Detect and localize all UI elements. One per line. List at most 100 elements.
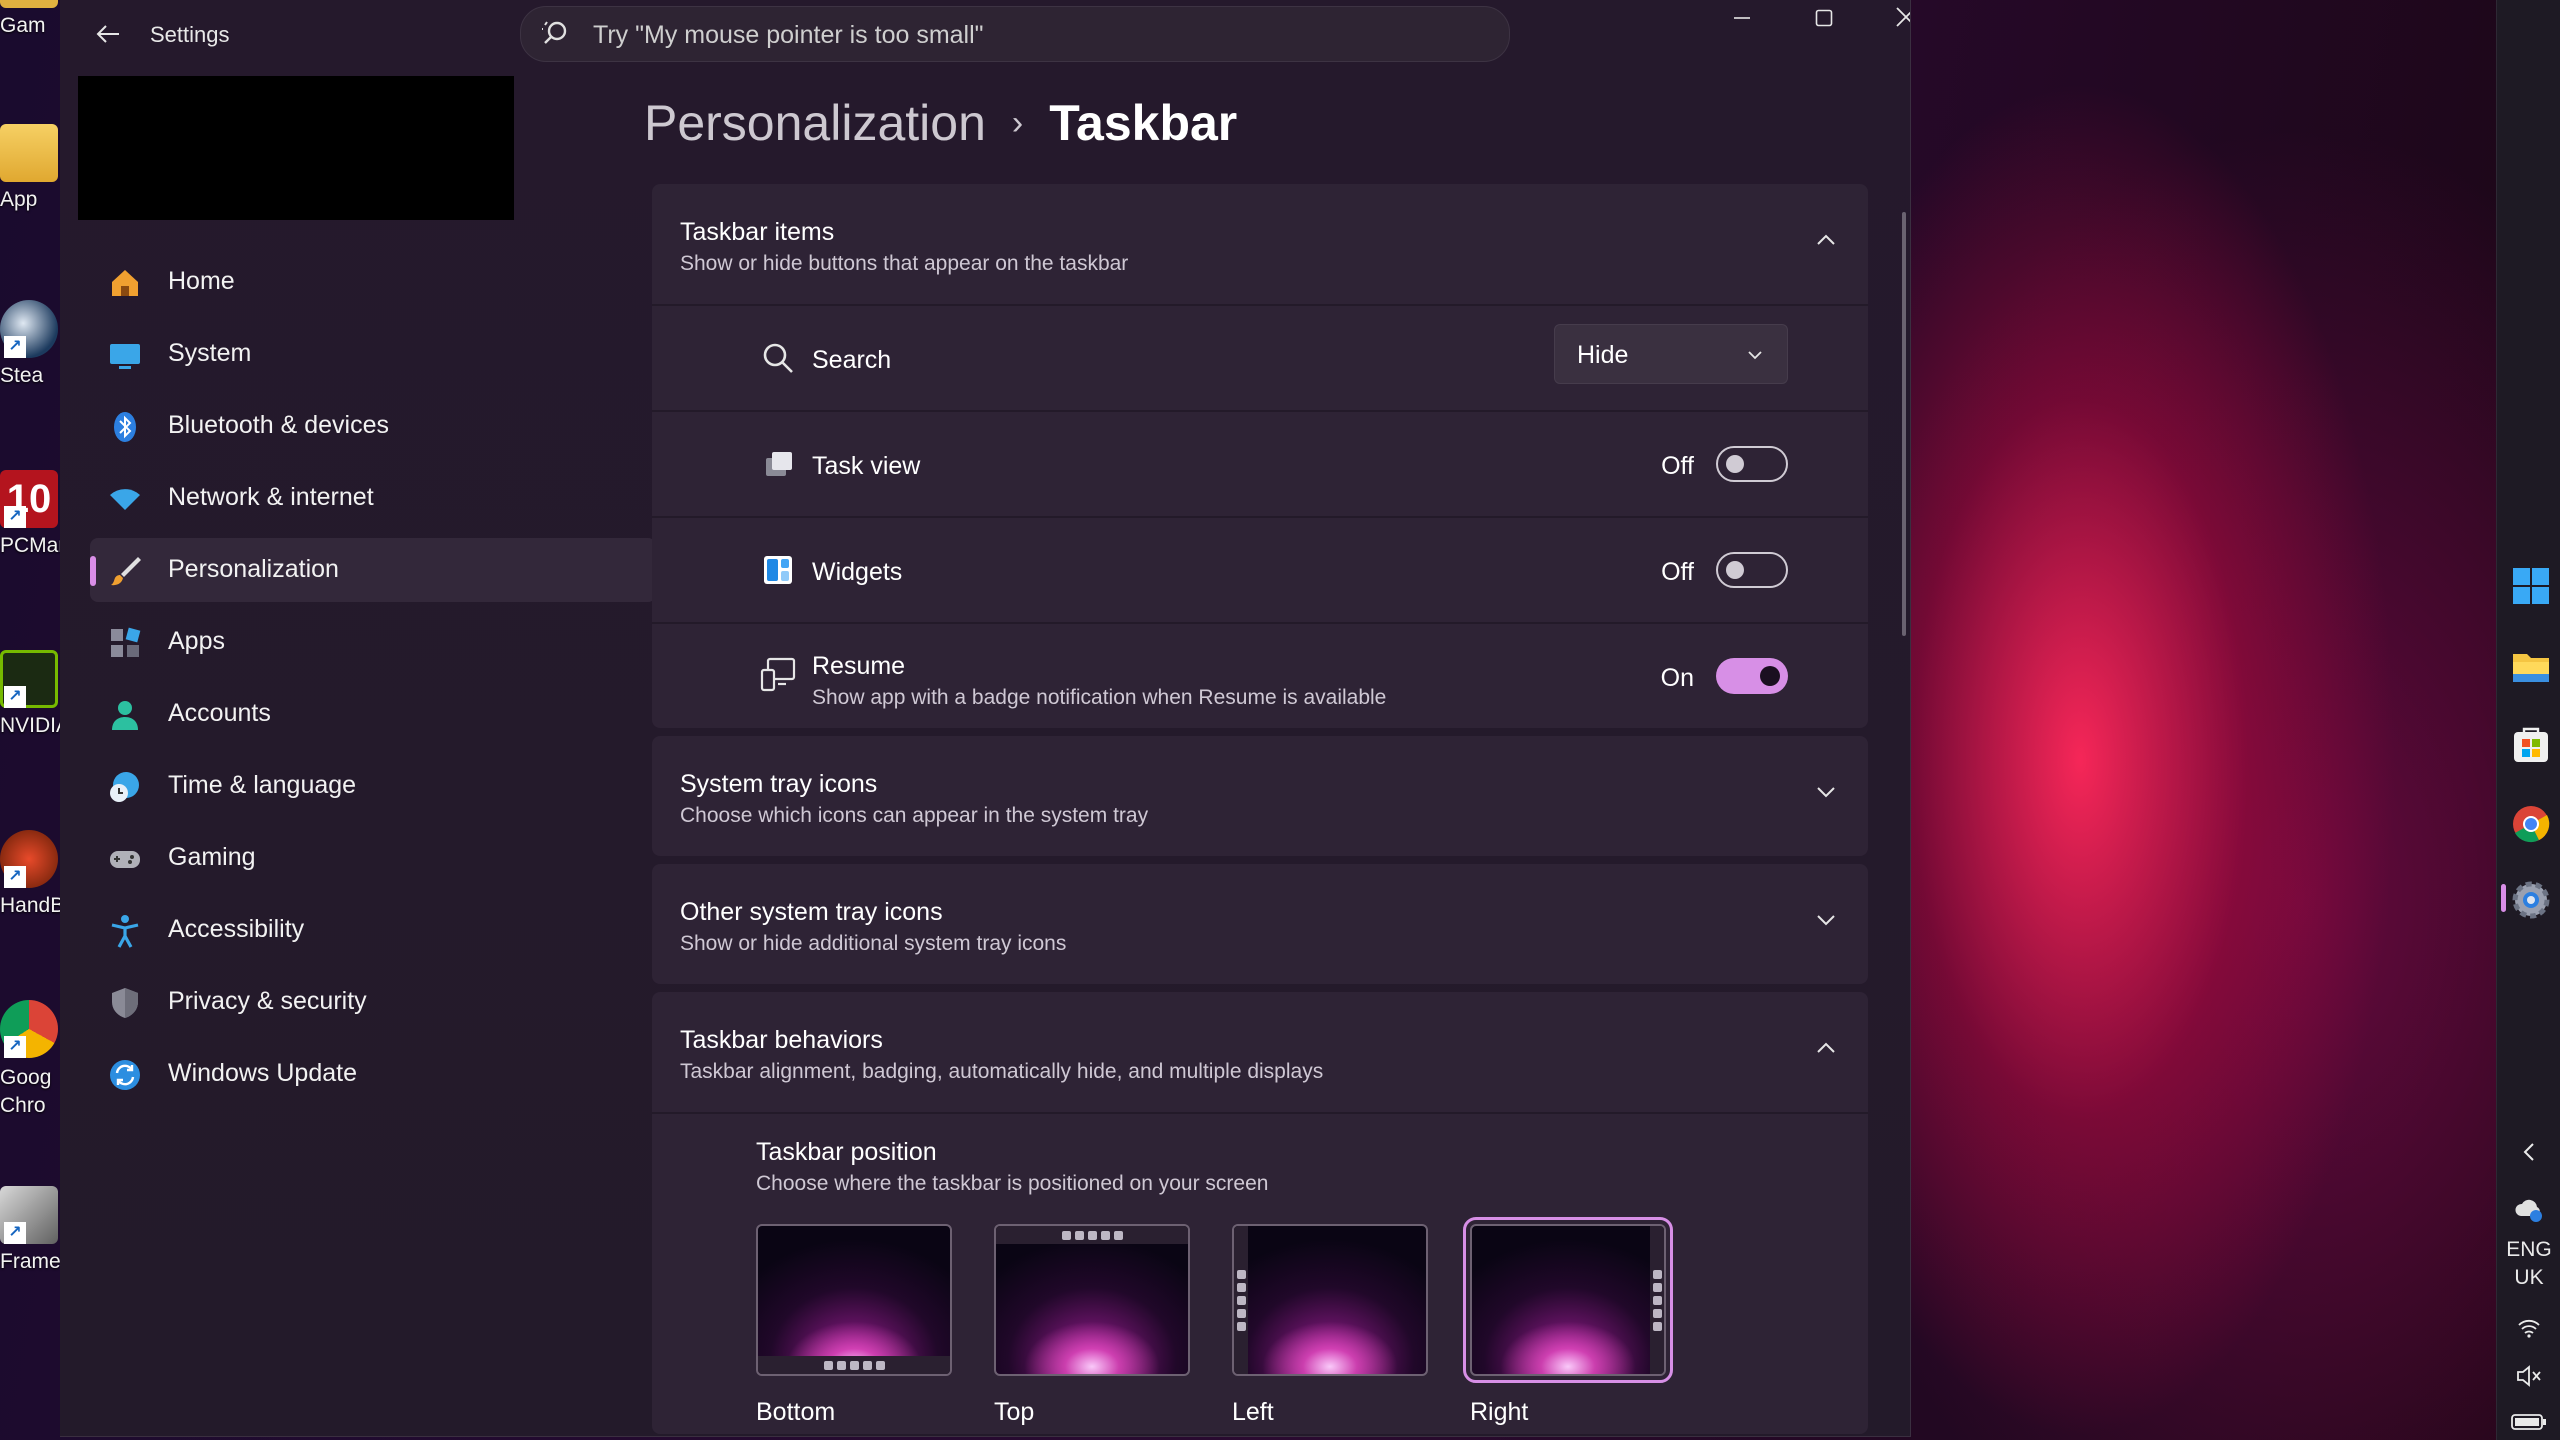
sidebar-item-gaming[interactable]: Gaming xyxy=(90,826,656,890)
desktop-icon-label: FrameV xyxy=(0,1250,75,1273)
home-icon xyxy=(112,270,138,296)
onedrive-icon[interactable] xyxy=(2513,1194,2545,1226)
toggle-state-text: On xyxy=(1660,664,1694,692)
taskbar-position-left[interactable]: Left xyxy=(1232,1224,1428,1427)
desktop-icon-pcmark[interactable]: 10 ↗ PCMar xyxy=(0,470,66,558)
card-title: System tray icons xyxy=(680,770,878,798)
title-bar: Settings xyxy=(60,0,1910,68)
maximize-button[interactable] xyxy=(1784,0,1864,40)
volume-muted-icon[interactable] xyxy=(2515,1362,2543,1390)
card-description: Choose which icons can appear in the sys… xyxy=(680,804,1149,827)
apps-icon xyxy=(111,627,141,657)
sidebar-item-label: Time & language xyxy=(168,771,357,799)
search-visibility-dropdown[interactable]: Hide xyxy=(1554,324,1788,384)
sidebar-item-personalization[interactable]: Personalization xyxy=(90,538,656,602)
section-description: Choose where the taskbar is positioned o… xyxy=(756,1172,1269,1195)
settings-window: Settings Home System xyxy=(60,0,1911,1437)
resume-toggle[interactable] xyxy=(1716,658,1788,694)
resume-row: Resume Show app with a badge notificatio… xyxy=(652,622,1868,728)
sidebar-item-apps[interactable]: Apps xyxy=(90,610,656,674)
sidebar-item-label: Gaming xyxy=(168,843,256,871)
row-label: Search xyxy=(812,346,892,374)
taskbar-behaviors-header[interactable]: Taskbar behaviors Taskbar alignment, bad… xyxy=(652,992,1868,1112)
wifi-icon[interactable] xyxy=(2517,1316,2541,1340)
desktop-icon-handbrake[interactable]: ↗ HandB xyxy=(0,830,64,918)
breadcrumb-separator-icon: › xyxy=(1011,104,1024,142)
close-button[interactable] xyxy=(1866,0,1910,40)
taskbar-position-right[interactable]: Right xyxy=(1463,1217,1673,1427)
sidebar-item-label: Privacy & security xyxy=(168,987,367,1015)
settings-gear-icon[interactable] xyxy=(2511,880,2551,920)
toggle-state-text: Off xyxy=(1661,452,1694,480)
sidebar-item-label: Personalization xyxy=(168,555,339,583)
taskbar-items-card: Taskbar items Show or hide buttons that … xyxy=(652,184,1868,728)
microsoft-store-icon[interactable] xyxy=(2511,724,2551,764)
toggle-knob xyxy=(1726,455,1744,473)
sidebar-item-bluetooth[interactable]: Bluetooth & devices xyxy=(90,394,656,458)
shield-icon xyxy=(112,988,138,1018)
taskbar-search-row: Search Hide xyxy=(652,304,1868,410)
desktop-icon-chrome[interactable]: ↗ Goog Chro xyxy=(0,1000,64,1120)
position-label: Right xyxy=(1470,1398,1529,1426)
sidebar-item-time-language[interactable]: Time & language xyxy=(90,754,656,818)
desktop-icon-steam[interactable]: ↗ Stea xyxy=(0,300,64,388)
shortcut-arrow-icon: ↗ xyxy=(4,1222,26,1244)
sidebar-item-home[interactable]: Home xyxy=(90,250,656,314)
battery-icon[interactable] xyxy=(2511,1412,2547,1432)
desktop-icon-label: Gam xyxy=(0,14,46,37)
shortcut-arrow-icon: ↗ xyxy=(4,866,26,888)
desktop-icon-label: PCMar xyxy=(0,534,66,557)
desktop-icon-games[interactable]: Gam xyxy=(0,0,64,38)
position-label: Left xyxy=(1232,1398,1274,1426)
window-title: Settings xyxy=(150,22,230,47)
language-region: UK xyxy=(2514,1266,2544,1289)
widgets-toggle[interactable] xyxy=(1716,552,1788,588)
shortcut-arrow-icon: ↗ xyxy=(4,506,26,528)
user-profile-redacted[interactable] xyxy=(78,76,514,220)
breadcrumb-parent[interactable]: Personalization xyxy=(644,95,986,151)
settings-search-box[interactable] xyxy=(520,6,1510,62)
taskbar-position-top[interactable]: Top xyxy=(994,1224,1190,1427)
chevron-up-icon xyxy=(1817,234,1835,245)
task-view-toggle[interactable] xyxy=(1716,446,1788,482)
content-scrollbar[interactable] xyxy=(1902,212,1906,636)
preview-taskbar xyxy=(758,1356,950,1374)
sidebar-item-network[interactable]: Network & internet xyxy=(90,466,656,530)
search-input[interactable] xyxy=(591,15,1475,55)
desktop-icon-label: Stea xyxy=(0,364,44,387)
update-icon xyxy=(110,1060,140,1090)
shortcut-arrow-icon: ↗ xyxy=(4,1036,26,1058)
desktop-icon-label: Goog Chro xyxy=(0,1066,52,1117)
chrome-icon[interactable] xyxy=(2511,804,2551,844)
task-view-row: Task view Off xyxy=(652,410,1868,516)
row-label: Widgets xyxy=(812,558,903,586)
sidebar-item-accessibility[interactable]: Accessibility xyxy=(90,898,656,962)
taskbar-items-header[interactable]: Taskbar items Show or hide buttons that … xyxy=(652,184,1868,304)
back-arrow-icon xyxy=(96,25,119,43)
file-explorer-icon[interactable] xyxy=(2511,646,2551,686)
sidebar-item-accounts[interactable]: Accounts xyxy=(90,682,656,746)
system-tray-icons-card[interactable]: System tray icons Choose which icons can… xyxy=(652,736,1868,856)
desktop-icon-apps[interactable]: App xyxy=(0,124,64,212)
input-language-indicator[interactable]: ENG UK xyxy=(2497,1236,2560,1292)
back-button[interactable] xyxy=(88,14,128,54)
system-icon xyxy=(110,344,140,369)
taskbar-position-bottom[interactable]: Bottom xyxy=(756,1224,952,1427)
start-button-windows-icon[interactable] xyxy=(2511,566,2551,606)
minimize-button[interactable] xyxy=(1702,0,1782,40)
sidebar-item-system[interactable]: System xyxy=(90,322,656,386)
sidebar-item-label: Home xyxy=(168,267,235,295)
sidebar-item-windows-update[interactable]: Windows Update xyxy=(90,1042,656,1106)
card-title: Taskbar items xyxy=(680,218,835,246)
sidebar-item-label: Accessibility xyxy=(168,915,305,943)
search-icon xyxy=(763,343,793,373)
desktop-icon-frameview[interactable]: ↗ FrameV xyxy=(0,1186,75,1274)
row-label: Resume xyxy=(812,652,906,680)
sidebar-item-privacy-security[interactable]: Privacy & security xyxy=(90,970,656,1034)
desktop-icon-nvidia[interactable]: ↗ NVIDIA xyxy=(0,650,70,738)
sidebar-item-label: System xyxy=(168,339,252,367)
show-hidden-icons-chevron-icon[interactable] xyxy=(2517,1140,2541,1164)
other-system-tray-icons-card[interactable]: Other system tray icons Show or hide add… xyxy=(652,864,1868,984)
desktop-icon-label: App xyxy=(0,188,38,211)
preview-taskbar xyxy=(1650,1226,1664,1374)
